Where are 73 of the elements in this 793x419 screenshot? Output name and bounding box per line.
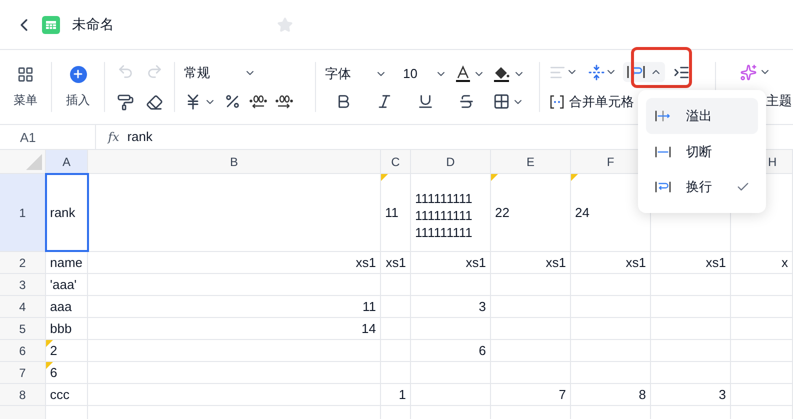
table-cell: xs1 [88, 252, 381, 273]
document-title: 未命名 [72, 15, 114, 34]
table-cell: 2 [46, 340, 88, 361]
table-cell: name [46, 252, 88, 273]
spreadsheet-icon [42, 16, 60, 34]
vertical-align-icon[interactable] [588, 64, 605, 81]
wrap-icon [654, 180, 672, 194]
table-cell: aaa [46, 296, 88, 317]
table-cell: xs1 [381, 252, 411, 273]
wrap-icon [626, 64, 646, 80]
format-painter-icon[interactable] [117, 94, 134, 111]
theme-label[interactable]: 主题 [766, 90, 792, 110]
font-select[interactable]: 字体 [325, 64, 375, 84]
column-header[interactable]: B [88, 150, 381, 173]
star-icon[interactable] [277, 16, 293, 32]
merge-cells-label[interactable]: 合并单元格 [569, 92, 634, 112]
grid-icon[interactable] [17, 66, 34, 82]
italic-icon[interactable] [376, 93, 393, 110]
table-cell: ccc [46, 384, 88, 405]
menu-label[interactable]: 菜单 [14, 90, 38, 108]
table-cell: 'aaa' [46, 274, 88, 295]
menu-item[interactable]: 溢出 [646, 98, 758, 134]
decrease-decimal-icon[interactable] [249, 94, 267, 110]
table-cell: 3 [651, 384, 731, 405]
eraser-icon[interactable] [146, 94, 163, 111]
row-header[interactable]: 8 [0, 384, 46, 405]
table-cell: 111111111 111111111 111111111 [411, 174, 491, 251]
table-cell: xs1 [571, 252, 651, 273]
table-cell: xs1 [491, 252, 571, 273]
table-cell: 14 [88, 318, 381, 339]
table-cell: 22 [491, 174, 571, 251]
row-header[interactable]: 3 [0, 274, 46, 295]
font-size-select[interactable]: 10 [403, 64, 435, 84]
table-cell: 6 [411, 340, 491, 361]
column-header[interactable]: D [411, 150, 491, 173]
percent-icon[interactable] [224, 93, 241, 110]
table-cell: 11 [88, 296, 381, 317]
table-cell: 1 [381, 384, 411, 405]
selected-cell: rank [46, 174, 88, 251]
row-header[interactable]: 1 [0, 174, 46, 251]
table-cell: x [731, 252, 793, 273]
column-header[interactable]: C [381, 150, 411, 173]
merge-cells-icon[interactable] [549, 94, 565, 110]
row-header[interactable]: 4 [0, 296, 46, 317]
column-header[interactable]: E [491, 150, 571, 173]
sparkle-icon[interactable] [740, 64, 757, 81]
table-cell: bbb [46, 318, 88, 339]
underline-icon[interactable] [417, 93, 434, 110]
fill-color-icon[interactable] [493, 64, 511, 82]
overflow-icon [654, 108, 672, 123]
clip-icon [654, 144, 672, 158]
number-format-select[interactable]: 常规 [184, 63, 210, 83]
table-cell: xs1 [411, 252, 491, 273]
table-cell: 7 [491, 384, 571, 405]
formula-field[interactable]: rank [127, 127, 153, 147]
borders-icon[interactable] [493, 93, 510, 110]
column-header[interactable]: A [46, 150, 88, 173]
table-cell: 3 [411, 296, 491, 317]
row-header[interactable]: 5 [0, 318, 46, 339]
table-cell: 6 [46, 362, 88, 383]
font-color-icon[interactable] [455, 64, 471, 82]
table-cell: 11 [381, 174, 411, 251]
fx-label: fx [108, 129, 120, 146]
row-header[interactable]: 2 [0, 252, 46, 273]
table-cell: xs1 [651, 252, 731, 273]
row-header[interactable]: 6 [0, 340, 46, 361]
insert-icon[interactable] [70, 66, 86, 82]
insert-label[interactable]: 插入 [66, 90, 90, 108]
table-cell: 8 [571, 384, 651, 405]
wrap-button[interactable] [623, 62, 665, 82]
row-header[interactable]: 7 [0, 362, 46, 383]
strikethrough-icon[interactable] [458, 93, 475, 110]
increase-decimal-icon[interactable] [275, 94, 293, 110]
